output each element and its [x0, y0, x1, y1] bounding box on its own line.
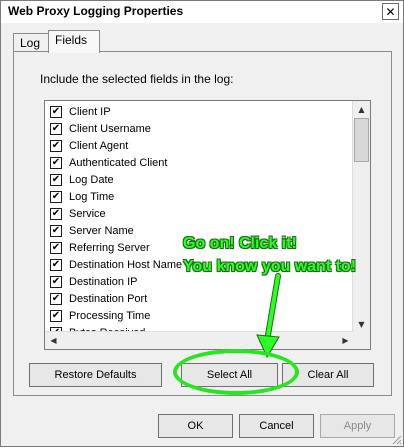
annotation-line-1: Go on! Click it! [183, 235, 297, 252]
field-list-item[interactable]: ✔ Log Date [50, 171, 182, 188]
field-list-item[interactable]: ✔ Client Agent [50, 137, 182, 154]
close-button[interactable]: ✕ [382, 3, 399, 20]
field-list-item[interactable]: ✔ Log Time [50, 188, 182, 205]
annotation-circle [173, 349, 299, 395]
field-label: Destination Port [69, 292, 148, 305]
window-title: Web Proxy Logging Properties [8, 4, 184, 18]
cancel-button[interactable]: Cancel [239, 414, 314, 438]
field-label: Client Username [69, 122, 151, 135]
field-list-item[interactable]: ✔ Client IP [50, 103, 182, 120]
field-checkbox[interactable]: ✔ [50, 224, 62, 237]
field-checkbox[interactable]: ✔ [50, 139, 62, 152]
close-icon: ✕ [385, 4, 396, 19]
properties-dialog: Web Proxy Logging Properties ✕ Log Field… [0, 0, 404, 447]
field-label: Client Agent [69, 139, 129, 152]
vertical-scrollbar[interactable]: ▲ ▼ [352, 101, 370, 333]
checkmark-icon: ✔ [51, 241, 61, 253]
checkmark-icon: ✔ [51, 207, 61, 219]
scroll-up-icon[interactable]: ▲ [353, 101, 370, 118]
field-checkbox[interactable]: ✔ [50, 156, 62, 169]
fields-list: ✔ Client IP ✔ Client Username ✔ Client Agent ✔… [50, 103, 182, 341]
field-label: Destination Host Name [69, 258, 183, 271]
field-label: Destination IP [69, 275, 138, 288]
scroll-right-icon[interactable]: ▶ [337, 332, 354, 349]
field-checkbox[interactable]: ✔ [50, 258, 62, 271]
tab-fields[interactable]: Fields [48, 30, 100, 53]
ok-button[interactable]: OK [158, 414, 233, 438]
field-checkbox[interactable]: ✔ [50, 105, 62, 118]
field-checkbox[interactable]: ✔ [50, 309, 62, 322]
field-label: Referring Server [69, 241, 150, 254]
field-label: Log Date [69, 173, 114, 186]
field-list-item[interactable]: ✔ Server Name [50, 222, 182, 239]
resize-grip-icon[interactable] [392, 435, 402, 445]
field-list-item[interactable]: ✔ Client Username [50, 120, 182, 137]
scrollbar-corner [353, 332, 370, 349]
checkmark-icon: ✔ [51, 190, 61, 202]
checkmark-icon: ✔ [51, 173, 61, 185]
field-checkbox[interactable]: ✔ [50, 207, 62, 220]
field-label: Processing Time [69, 309, 151, 322]
annotation-line-2: You know you want to! [183, 258, 357, 275]
field-checkbox[interactable]: ✔ [50, 241, 62, 254]
checkmark-icon: ✔ [51, 224, 61, 236]
field-list-item[interactable]: ✔ Authenticated Client [50, 154, 182, 171]
fields-caption: Include the selected fields in the log: [40, 72, 234, 86]
title-bar: Web Proxy Logging Properties ✕ [1, 1, 403, 23]
tab-log[interactable]: Log [13, 33, 49, 52]
vertical-scroll-thumb[interactable] [354, 118, 369, 162]
scroll-down-icon[interactable]: ▼ [353, 316, 370, 333]
field-label: Server Name [69, 224, 134, 237]
field-list-item[interactable]: ✔ Referring Server [50, 239, 182, 256]
annotation-text: Go on! Click it! You know you want to! [183, 232, 393, 278]
field-checkbox[interactable]: ✔ [50, 275, 62, 288]
checkmark-icon: ✔ [51, 258, 61, 270]
checkmark-icon: ✔ [51, 122, 61, 134]
fields-listbox: ✔ Client IP ✔ Client Username ✔ Client Agent ✔… [44, 100, 371, 350]
field-checkbox[interactable]: ✔ [50, 173, 62, 186]
field-checkbox[interactable]: ✔ [50, 122, 62, 135]
field-label: Client IP [69, 105, 111, 118]
restore-defaults-button[interactable]: Restore Defaults [29, 363, 162, 387]
field-label: Log Time [69, 190, 115, 203]
field-list-item[interactable]: ✔ Service [50, 205, 182, 222]
apply-button[interactable]: Apply [320, 414, 395, 438]
checkmark-icon: ✔ [51, 105, 61, 117]
field-list-item[interactable]: ✔ Destination IP [50, 273, 182, 290]
checkmark-icon: ✔ [51, 309, 61, 321]
field-label: Service [69, 207, 106, 220]
checkmark-icon: ✔ [51, 139, 61, 151]
field-list-item[interactable]: ✔ Destination Host Name [50, 256, 182, 273]
field-checkbox[interactable]: ✔ [50, 292, 62, 305]
scroll-left-icon[interactable]: ◀ [45, 332, 62, 349]
checkmark-icon: ✔ [51, 275, 61, 287]
fields-tab-panel: Include the selected fields in the log: … [13, 51, 392, 396]
field-list-item[interactable]: ✔ Processing Time [50, 307, 182, 324]
checkmark-icon: ✔ [51, 156, 61, 168]
horizontal-scrollbar[interactable]: ◀ ▶ [45, 331, 354, 349]
field-list-item[interactable]: ✔ Destination Port [50, 290, 182, 307]
field-label: Authenticated Client [69, 156, 168, 169]
checkmark-icon: ✔ [51, 292, 61, 304]
field-checkbox[interactable]: ✔ [50, 190, 62, 203]
